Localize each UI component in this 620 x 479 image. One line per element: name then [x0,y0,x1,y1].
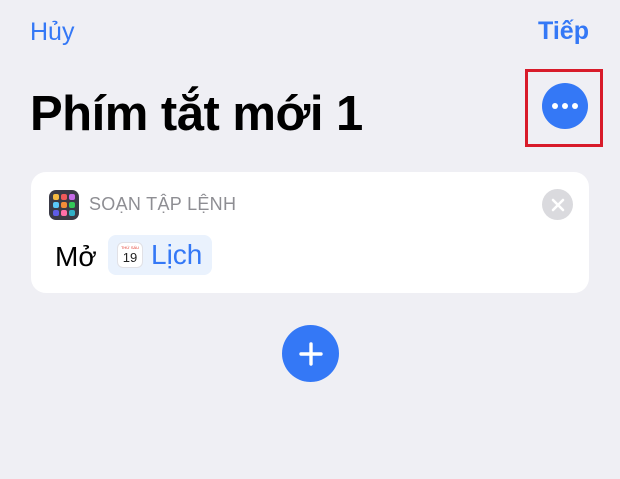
scripting-grid-icon [49,190,79,220]
next-button[interactable]: Tiếp [538,17,589,46]
action-category-label: SOẠN TẬP LỆNH [89,194,237,214]
cancel-button[interactable]: Hủy [30,18,74,47]
close-icon [551,198,564,211]
ellipsis-icon [552,103,558,109]
more-options-button[interactable] [542,83,588,129]
action-card[interactable]: SOẠN TẬP LỆNH Mở THỨ SÁU 19 Lịch [31,172,589,293]
calendar-icon: THỨ SÁU 19 [117,242,143,268]
app-parameter-token[interactable]: THỨ SÁU 19 Lịch [108,235,213,275]
add-action-button[interactable] [282,325,339,382]
action-verb: Mở [55,241,97,272]
app-token-label: Lịch [151,239,203,270]
calendar-icon-date: 19 [122,250,138,265]
remove-action-button[interactable] [542,189,573,220]
plus-icon [298,341,323,366]
page-title: Phím tắt mới 1 [30,87,363,141]
